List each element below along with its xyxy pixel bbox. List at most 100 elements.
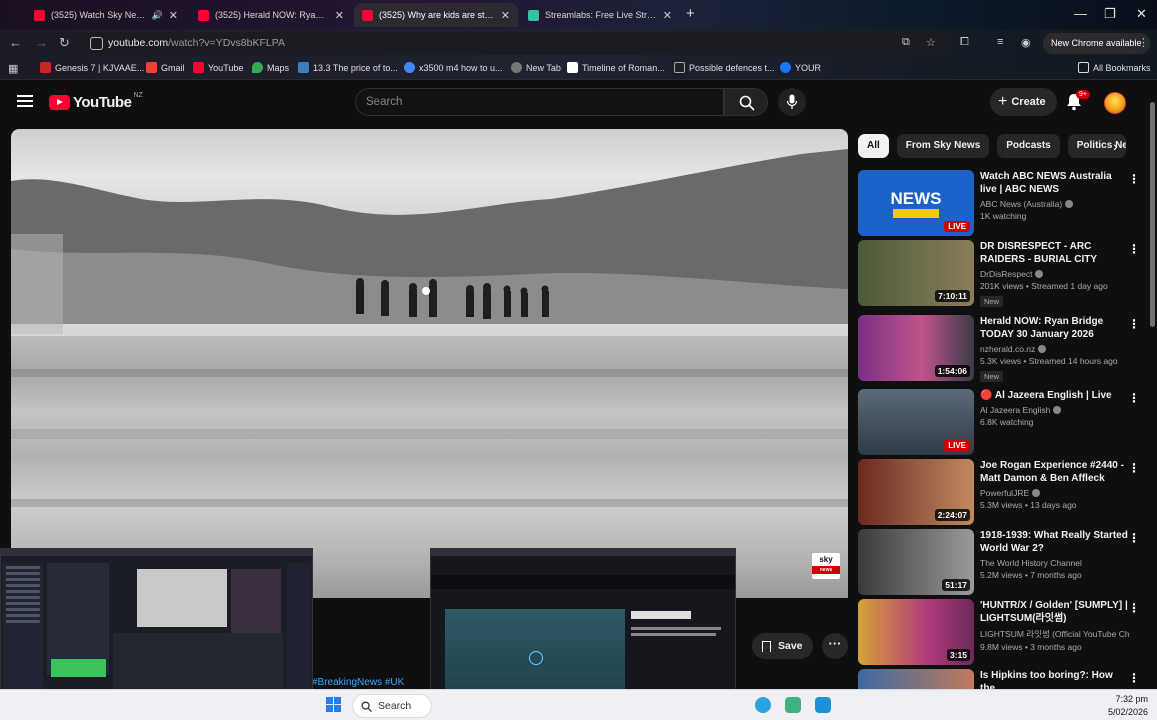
chevron-right-icon[interactable]: › xyxy=(1113,138,1118,154)
video-thumbnail[interactable]: 51:17 xyxy=(858,529,974,595)
browser-tab[interactable]: Streamlabs: Free Live Streaming ✕ xyxy=(520,3,680,27)
video-thumbnail[interactable]: 7:10:11 xyxy=(858,240,974,306)
apps-grid-icon[interactable]: ▦ xyxy=(8,62,18,75)
telegram-icon[interactable] xyxy=(755,697,771,713)
channel-name[interactable]: ABC News (Australia) xyxy=(980,199,1130,209)
chip-all[interactable]: All xyxy=(858,134,889,158)
new-chrome-available-button[interactable]: New Chrome available xyxy=(1043,33,1150,54)
address-bar[interactable]: youtube.com/watch?v=YDvs8bKFLPA ⧉ ☆ xyxy=(82,32,952,55)
taskbar-clock[interactable]: 7:32 pm 5/02/2026 xyxy=(1108,693,1148,719)
recommended-video[interactable]: Is Hipkins too boring?: How the ⋮ xyxy=(858,669,1148,689)
kebab-menu-icon[interactable]: ⋮ xyxy=(1128,461,1140,475)
close-tab-icon[interactable]: ✕ xyxy=(501,9,510,22)
video-player[interactable] xyxy=(11,129,848,598)
close-window-icon[interactable]: ✕ xyxy=(1136,6,1147,22)
browser-tab-active[interactable]: (3525) Why are kids are still go ✕ xyxy=(354,3,518,27)
recommended-video[interactable]: NEWS LIVE Watch ABC NEWS Australia live … xyxy=(858,170,1148,236)
reload-icon[interactable]: ↻ xyxy=(59,35,70,51)
new-tab-icon[interactable]: + xyxy=(686,5,695,22)
recommended-video[interactable]: LIVE 🔴 Al Jazeera English | Live Al Jaze… xyxy=(858,389,1148,455)
bookmark-item[interactable]: Timeline of Roman... xyxy=(567,62,665,73)
video-title[interactable]: Is Hipkins too boring?: How the xyxy=(980,669,1130,689)
close-tab-icon[interactable]: ✕ xyxy=(335,9,344,22)
kebab-menu-icon[interactable]: ⋮ xyxy=(1128,391,1140,405)
video-thumbnail[interactable]: 1:54:06 xyxy=(858,315,974,381)
forward-icon[interactable]: → xyxy=(35,35,48,50)
channel-name[interactable]: LIGHTSUM 라잇썸 (Official YouTube Cha... xyxy=(980,628,1130,640)
close-tab-icon[interactable]: ✕ xyxy=(169,9,178,22)
bookmark-item[interactable]: 13.3 The price of to... xyxy=(298,62,398,73)
video-thumbnail[interactable]: 3:15 xyxy=(858,599,974,665)
bookmark-item[interactable]: New Tab xyxy=(511,62,561,73)
minimize-icon[interactable]: — xyxy=(1074,6,1087,21)
create-button[interactable]: + Create xyxy=(990,88,1057,116)
window-preview-tvnz[interactable] xyxy=(430,548,736,712)
close-tab-icon[interactable]: ✕ xyxy=(663,9,672,22)
video-thumbnail[interactable]: NEWS LIVE xyxy=(858,170,974,236)
kebab-menu-icon[interactable]: ⋮ xyxy=(1128,531,1140,545)
bookmark-item[interactable]: Possible defences t... xyxy=(674,62,775,73)
page-scrollbar[interactable] xyxy=(1149,92,1156,687)
menu-icon[interactable] xyxy=(17,95,33,107)
bookmark-item[interactable]: Genesis 7 | KJVAAE... xyxy=(40,62,144,73)
speaker-icon[interactable]: 🔊 xyxy=(152,10,163,21)
browser-tab[interactable]: (3525) Herald NOW: Ryan Bridg ✕ xyxy=(190,3,352,27)
recommended-video[interactable]: 51:17 1918-1939: What Really Started Wor… xyxy=(858,529,1148,595)
channel-name[interactable]: The World History Channel xyxy=(980,558,1130,568)
bookmark-star-icon[interactable]: ☆ xyxy=(926,36,936,49)
bookmark-item[interactable]: Gmail xyxy=(146,62,185,73)
bookmark-item[interactable]: YouTube xyxy=(193,62,243,73)
all-bookmarks-button[interactable]: All Bookmarks xyxy=(1078,62,1151,73)
kebab-menu-icon[interactable]: ⋮ xyxy=(1128,317,1140,331)
video-title[interactable]: DR DISRESPECT - ARC RAIDERS - BURIAL CIT… xyxy=(980,240,1130,266)
kebab-menu-icon[interactable]: ⋮ xyxy=(1128,601,1140,615)
bookmark-item[interactable]: x3500 m4 how to u... xyxy=(404,62,503,73)
chip-podcasts[interactable]: Podcasts xyxy=(997,134,1060,158)
app-taskbar-icon[interactable] xyxy=(785,697,801,713)
install-app-icon[interactable]: ⧉ xyxy=(902,36,910,49)
search-button[interactable] xyxy=(724,88,768,116)
video-title[interactable]: Herald NOW: Ryan Bridge TODAY 30 January… xyxy=(980,315,1130,341)
restore-icon[interactable]: ❐ xyxy=(1104,6,1116,22)
kebab-menu-icon[interactable]: ⋮ xyxy=(1128,671,1140,685)
site-info-icon[interactable] xyxy=(90,37,103,50)
video-title[interactable]: Joe Rogan Experience #2440 - Matt Damon … xyxy=(980,459,1130,485)
chrome-menu-icon[interactable]: ⋮ xyxy=(1138,36,1149,49)
recommended-video[interactable]: 7:10:11 DR DISRESPECT - ARC RAIDERS - BU… xyxy=(858,240,1148,307)
window-preview-streamlabs[interactable] xyxy=(0,548,313,712)
video-thumbnail[interactable]: 2:24:07 xyxy=(858,459,974,525)
bookmark-item[interactable]: YOUR xyxy=(780,62,821,73)
channel-name[interactable]: PowerfulJRE xyxy=(980,488,1130,498)
avatar[interactable] xyxy=(1104,92,1126,114)
bookmark-item[interactable]: Maps xyxy=(252,62,289,73)
video-title[interactable]: 🔴 Al Jazeera English | Live xyxy=(980,389,1130,402)
channel-name[interactable]: Al Jazeera English xyxy=(980,405,1130,415)
browser-tab[interactable]: (3525) Watch Sky News - Yo 🔊 ✕ xyxy=(26,3,186,27)
save-button[interactable]: Save xyxy=(752,633,813,659)
video-thumbnail[interactable]: LIVE xyxy=(858,389,974,455)
video-thumbnail[interactable] xyxy=(858,669,974,689)
recommended-video[interactable]: 1:54:06 Herald NOW: Ryan Bridge TODAY 30… xyxy=(858,315,1148,382)
video-title[interactable]: 1918-1939: What Really Started World War… xyxy=(980,529,1130,555)
tab-search-icon[interactable]: ≡ xyxy=(997,36,1003,48)
video-title[interactable]: 'HUNTR/X / Golden' [SUMPLY] | LIGHTSUM(라… xyxy=(980,599,1130,625)
taskbar-search-box[interactable]: Search xyxy=(352,694,432,718)
youtube-logo[interactable]: YouTube NZ xyxy=(49,92,143,111)
profile-icon[interactable]: ◉ xyxy=(1021,36,1031,49)
app-taskbar-icon[interactable] xyxy=(815,697,831,713)
more-actions-button[interactable]: ··· xyxy=(822,633,848,659)
scrollbar-thumb[interactable] xyxy=(1150,102,1155,327)
video-title[interactable]: Watch ABC NEWS Australia live | ABC NEWS xyxy=(980,170,1130,196)
recommended-video[interactable]: 2:24:07 Joe Rogan Experience #2440 - Mat… xyxy=(858,459,1148,525)
kebab-menu-icon[interactable]: ⋮ xyxy=(1128,242,1140,256)
chip-from-sky-news[interactable]: From Sky News xyxy=(896,134,990,158)
recommended-video[interactable]: 3:15 'HUNTR/X / Golden' [SUMPLY] | LIGHT… xyxy=(858,599,1148,665)
voice-search-button[interactable] xyxy=(778,88,806,116)
search-input[interactable]: Search xyxy=(355,88,724,116)
windows-start-icon[interactable] xyxy=(326,697,342,713)
channel-name[interactable]: DrDisRespect xyxy=(980,269,1130,279)
kebab-menu-icon[interactable]: ⋮ xyxy=(1128,172,1140,186)
video-hashtags[interactable]: #BreakingNews #UK xyxy=(312,677,404,688)
channel-name[interactable]: nzherald.co.nz xyxy=(980,344,1130,354)
extensions-icon[interactable]: ⧠ xyxy=(960,36,969,49)
